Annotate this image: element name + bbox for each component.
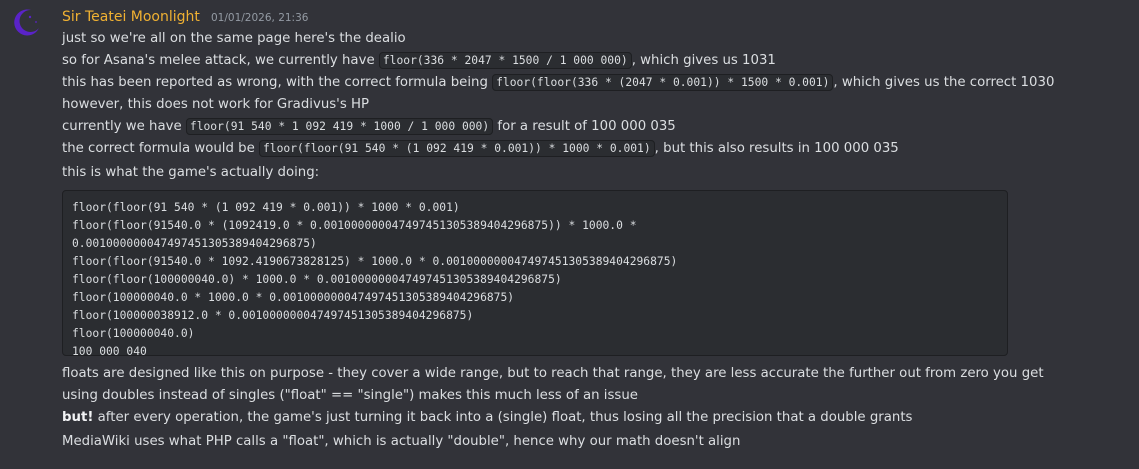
text: using doubles instead of singles ("float… bbox=[62, 388, 638, 403]
inline-code: floor(floor(336 * (2047 * 0.001)) * 1500… bbox=[492, 74, 834, 91]
text: , which gives us the correct 1030 bbox=[833, 75, 1055, 90]
code-line: 0.001000000047497451305389404296875) bbox=[72, 237, 317, 250]
timestamp[interactable]: 01/01/2026, 21:36 bbox=[211, 12, 308, 24]
message-line: the correct formula would be floor(floor… bbox=[62, 138, 1134, 160]
text: after every operation, the game's just t… bbox=[93, 410, 913, 425]
message-line: currently we have floor(91 540 * 1 092 4… bbox=[62, 116, 1134, 138]
text: , which gives us 1031 bbox=[631, 53, 776, 68]
message-line: using doubles instead of singles ("float… bbox=[62, 385, 1134, 407]
code-line: floor(100000040.0 * 1000.0 * 0.001000000… bbox=[72, 291, 515, 304]
code-line: floor(100000038912.0 * 0.001000000047497… bbox=[72, 309, 474, 322]
text: this is what the game's actually doing: bbox=[62, 165, 320, 180]
message-line: but! after every operation, the game's j… bbox=[62, 407, 1134, 429]
username[interactable]: Sir Teatei Moonlight bbox=[62, 9, 200, 25]
text: MediaWiki uses what PHP calls a "float",… bbox=[62, 434, 741, 449]
code-block: floor(floor(91 540 * (1 092 419 * 0.001)… bbox=[62, 190, 1008, 358]
message-line: floats are designed like this on purpose… bbox=[62, 363, 1134, 385]
code-line: floor(floor(91540.0 * (1092419.0 * 0.001… bbox=[72, 219, 637, 232]
message-line: this has been reported as wrong, with th… bbox=[62, 72, 1134, 94]
text: this has been reported as wrong, with th… bbox=[62, 75, 493, 90]
code-line: floor(floor(91540.0 * 1092.4190673828125… bbox=[72, 255, 678, 268]
inline-code: floor(91 540 * 1 092 419 * 1000 / 1 000 … bbox=[185, 118, 494, 135]
crescent-moon-icon[interactable] bbox=[9, 6, 43, 40]
message-line: so for Asana's melee attack, we currentl… bbox=[62, 50, 1134, 72]
text: just so we're all on the same page here'… bbox=[62, 31, 406, 46]
text: , but this also results in 100 000 035 bbox=[654, 141, 899, 156]
chat-message: Sir Teatei Moonlight 01/01/2026, 21:36 j… bbox=[0, 0, 1139, 469]
code-line: 100 000 040 bbox=[72, 345, 147, 358]
code-line: floor(floor(91 540 * (1 092 419 * 0.001)… bbox=[72, 201, 460, 214]
message-content: Sir Teatei Moonlight 01/01/2026, 21:36 j… bbox=[62, 6, 1134, 453]
inline-code: floor(floor(91 540 * (1 092 419 * 0.001)… bbox=[258, 140, 655, 157]
inline-code: floor(336 * 2047 * 1500 / 1 000 000) bbox=[378, 52, 632, 69]
text: for a result of 100 000 035 bbox=[493, 119, 676, 134]
message-line: MediaWiki uses what PHP calls a "float",… bbox=[62, 431, 1134, 453]
code-line: floor(100000040.0) bbox=[72, 327, 195, 340]
text: however, this does not work for Gradivus… bbox=[62, 97, 370, 112]
message-line: just so we're all on the same page here'… bbox=[62, 28, 1134, 50]
message-header: Sir Teatei Moonlight 01/01/2026, 21:36 bbox=[62, 6, 1134, 28]
text: so for Asana's melee attack, we currentl… bbox=[62, 53, 379, 68]
text: floats are designed like this on purpose… bbox=[62, 366, 1044, 381]
text: the correct formula would be bbox=[62, 141, 259, 156]
message-line: this is what the game's actually doing: bbox=[62, 162, 1134, 184]
bold-text: but! bbox=[62, 410, 94, 425]
message-line: however, this does not work for Gradivus… bbox=[62, 94, 1134, 116]
code-line: floor(floor(100000040.0) * 1000.0 * 0.00… bbox=[72, 273, 562, 286]
text: currently we have bbox=[62, 119, 186, 134]
